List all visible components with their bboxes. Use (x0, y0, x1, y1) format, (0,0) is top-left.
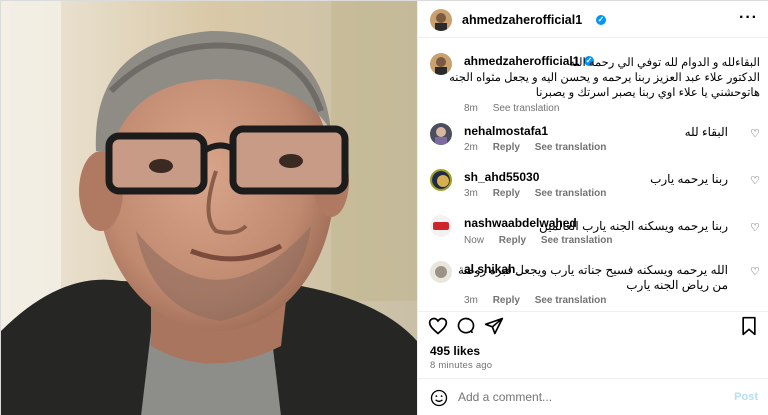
comment-text-line-2: من رياض الجنه يارب (626, 278, 728, 292)
comment-time: 2m (464, 142, 478, 153)
comment-like-heart-icon[interactable]: ♡ (750, 265, 760, 278)
post-comment-button[interactable]: Post (734, 391, 758, 403)
post-photo[interactable] (1, 1, 417, 415)
caption-see-translation[interactable]: See translation (493, 103, 560, 114)
comment-time: 3m (464, 295, 478, 306)
comment-like-heart-icon[interactable]: ♡ (750, 174, 760, 187)
comment-meta: 2m Reply See translation (464, 142, 618, 153)
paper-plane-icon[interactable] (484, 316, 504, 339)
comment-meta: 3m Reply See translation (464, 295, 618, 306)
comment-text: البقاء لله (684, 125, 728, 139)
comment-like-heart-icon[interactable]: ♡ (750, 127, 760, 140)
post-sidebar: ahmedzaherofficial1 ✓ ··· ahmedzaheroffi… (417, 1, 768, 415)
portrait-image (1, 1, 417, 415)
add-comment-input[interactable] (458, 390, 708, 404)
caption-username[interactable]: ahmedzaherofficial1 (464, 54, 579, 68)
more-options-icon[interactable]: ··· (739, 9, 758, 27)
see-translation-button[interactable]: See translation (535, 142, 607, 153)
author-avatar[interactable] (430, 9, 452, 31)
post-time-ago[interactable]: 8 minutes ago (430, 360, 492, 371)
add-comment-bar: Post (418, 378, 768, 415)
caption-line-2: الدكتور علاء عبد العزيز ربنا يرحمه و يحس… (449, 72, 760, 84)
reply-button[interactable]: Reply (493, 142, 520, 153)
comment-meta: 3m Reply See translation (464, 188, 618, 199)
comments-list[interactable]: ahmedzaherofficial1 ✓ البقاءلله و الدوام… (418, 39, 768, 309)
see-translation-button[interactable]: See translation (535, 295, 607, 306)
verified-badge-icon: ✓ (596, 15, 606, 25)
see-translation-button[interactable]: See translation (541, 235, 613, 246)
comment-username[interactable]: sh_ahd55030 (464, 170, 539, 184)
comment-bubble-icon[interactable] (456, 316, 476, 339)
see-translation-button[interactable]: See translation (535, 188, 607, 199)
bookmark-icon[interactable] (740, 316, 758, 339)
commenter-avatar[interactable] (430, 215, 452, 237)
caption-line-3: هاتوحشني يا علاء اوي ربنا يصبر اسرتك و ي… (535, 87, 760, 99)
comment-text: ربنا يرحمه يارب (650, 172, 728, 186)
action-bar (418, 311, 768, 339)
author-username[interactable]: ahmedzaherofficial1 (462, 13, 582, 27)
caption-meta: 8m See translation (464, 103, 571, 114)
comment-time: 3m (464, 188, 478, 199)
comment-text-line-1: الله يرحمه ويسكنه فسيح جناته يارب ويجعل … (458, 263, 728, 277)
post-dialog: ahmedzaherofficial1 ✓ ··· ahmedzaheroffi… (0, 0, 768, 415)
reply-button[interactable]: Reply (493, 295, 520, 306)
comment-time: Now (464, 235, 485, 246)
likes-count[interactable]: 495 likes (430, 344, 480, 358)
emoji-smile-icon[interactable] (430, 389, 448, 410)
comment-username[interactable]: nehalmostafa1 (464, 124, 548, 138)
caption-line-1: البقاءلله و الدوام لله توفي الي رحمه الل… (568, 57, 760, 69)
commenter-avatar[interactable] (430, 123, 452, 145)
post-header: ahmedzaherofficial1 ✓ ··· (418, 1, 768, 38)
comment-like-heart-icon[interactable]: ♡ (750, 221, 760, 234)
comment-text: ربنا يرحمه ويسكنه الجنه يارب العالمين (538, 219, 728, 233)
reply-button[interactable]: Reply (499, 235, 526, 246)
caption-time: 8m (464, 103, 478, 114)
commenter-avatar[interactable] (430, 261, 452, 283)
commenter-avatar[interactable] (430, 169, 452, 191)
comment-meta: Now Reply See translation (464, 235, 625, 246)
heart-icon[interactable] (428, 316, 448, 339)
reply-button[interactable]: Reply (493, 188, 520, 199)
